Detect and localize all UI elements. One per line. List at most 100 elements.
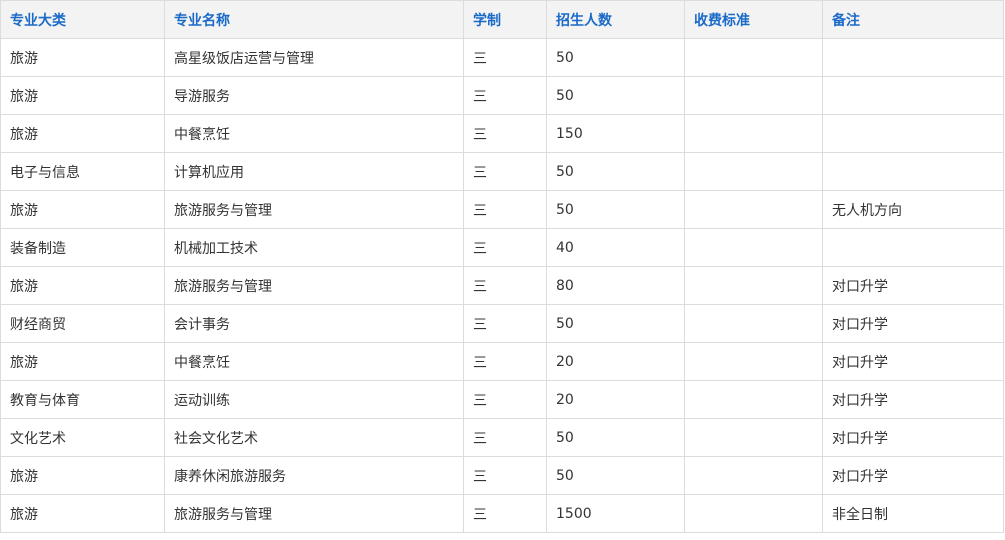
cell-remarks (822, 114, 1004, 153)
cell-duration: 三 (463, 114, 547, 153)
cell-remarks: 对口升学 (822, 342, 1004, 381)
cell-remarks (822, 38, 1004, 77)
cell-enrollment: 20 (546, 342, 685, 381)
cell-enrollment: 40 (546, 228, 685, 267)
cell-enrollment: 20 (546, 380, 685, 419)
cell-duration: 三 (463, 76, 547, 115)
cell-name: 中餐烹饪 (164, 114, 464, 153)
cell-category: 文化艺术 (0, 418, 165, 457)
cell-name: 社会文化艺术 (164, 418, 464, 457)
cell-enrollment: 50 (546, 456, 685, 495)
cell-duration: 三 (463, 418, 547, 457)
cell-remarks: 对口升学 (822, 456, 1004, 495)
table-row: 装备制造 机械加工技术 三 40 (0, 228, 1004, 267)
cell-name: 运动训练 (164, 380, 464, 419)
header-enrollment: 招生人数 (546, 0, 685, 39)
cell-remarks (822, 76, 1004, 115)
cell-category: 财经商贸 (0, 304, 165, 343)
cell-category: 电子与信息 (0, 152, 165, 191)
cell-name: 中餐烹饪 (164, 342, 464, 381)
cell-enrollment: 50 (546, 304, 685, 343)
table-row: 旅游 中餐烹饪 三 20 对口升学 (0, 342, 1004, 381)
table-row: 财经商贸 会计事务 三 50 对口升学 (0, 304, 1004, 343)
header-duration: 学制 (463, 0, 547, 39)
cell-category: 旅游 (0, 456, 165, 495)
cell-name: 旅游服务与管理 (164, 190, 464, 229)
cell-category: 旅游 (0, 266, 165, 305)
cell-remarks: 非全日制 (822, 494, 1004, 533)
cell-fee (684, 380, 823, 419)
header-remarks: 备注 (822, 0, 1004, 39)
cell-name: 康养休闲旅游服务 (164, 456, 464, 495)
table-row: 旅游 导游服务 三 50 (0, 76, 1004, 115)
table-row: 旅游 旅游服务与管理 三 80 对口升学 (0, 266, 1004, 305)
header-major-category: 专业大类 (0, 0, 165, 39)
cell-fee (684, 228, 823, 267)
cell-fee (684, 190, 823, 229)
enrollment-table: 专业大类 专业名称 学制 招生人数 收费标准 备注 旅游 高星级饭店运营与管理 … (0, 0, 1004, 533)
cell-fee (684, 456, 823, 495)
cell-fee (684, 418, 823, 457)
header-fee: 收费标准 (684, 0, 823, 39)
table-body: 旅游 高星级饭店运营与管理 三 50 旅游 导游服务 三 50 旅游 中餐烹饪 … (0, 38, 1004, 533)
cell-enrollment: 50 (546, 76, 685, 115)
cell-enrollment: 1500 (546, 494, 685, 533)
cell-duration: 三 (463, 266, 547, 305)
cell-duration: 三 (463, 380, 547, 419)
cell-category: 旅游 (0, 342, 165, 381)
table-row: 教育与体育 运动训练 三 20 对口升学 (0, 380, 1004, 419)
table-row: 文化艺术 社会文化艺术 三 50 对口升学 (0, 418, 1004, 457)
cell-enrollment: 50 (546, 190, 685, 229)
cell-fee (684, 152, 823, 191)
cell-name: 计算机应用 (164, 152, 464, 191)
cell-remarks: 对口升学 (822, 266, 1004, 305)
cell-remarks: 无人机方向 (822, 190, 1004, 229)
cell-duration: 三 (463, 342, 547, 381)
cell-duration: 三 (463, 228, 547, 267)
cell-name: 高星级饭店运营与管理 (164, 38, 464, 77)
cell-remarks (822, 228, 1004, 267)
cell-category: 旅游 (0, 76, 165, 115)
cell-remarks: 对口升学 (822, 380, 1004, 419)
table-row: 旅游 康养休闲旅游服务 三 50 对口升学 (0, 456, 1004, 495)
table-row: 旅游 高星级饭店运营与管理 三 50 (0, 38, 1004, 77)
cell-name: 旅游服务与管理 (164, 266, 464, 305)
cell-category: 教育与体育 (0, 380, 165, 419)
table-header: 专业大类 专业名称 学制 招生人数 收费标准 备注 (0, 0, 1004, 39)
cell-category: 旅游 (0, 190, 165, 229)
enrollment-table-container: 专业大类 专业名称 学制 招生人数 收费标准 备注 旅游 高星级饭店运营与管理 … (0, 0, 1004, 533)
cell-duration: 三 (463, 304, 547, 343)
cell-category: 装备制造 (0, 228, 165, 267)
cell-name: 机械加工技术 (164, 228, 464, 267)
header-row: 专业大类 专业名称 学制 招生人数 收费标准 备注 (0, 0, 1004, 39)
cell-fee (684, 76, 823, 115)
cell-enrollment: 80 (546, 266, 685, 305)
cell-fee (684, 266, 823, 305)
table-row: 旅游 旅游服务与管理 三 1500 非全日制 (0, 494, 1004, 533)
cell-category: 旅游 (0, 114, 165, 153)
cell-fee (684, 342, 823, 381)
cell-fee (684, 494, 823, 533)
cell-enrollment: 50 (546, 152, 685, 191)
cell-duration: 三 (463, 456, 547, 495)
cell-enrollment: 50 (546, 418, 685, 457)
cell-name: 导游服务 (164, 76, 464, 115)
cell-category: 旅游 (0, 494, 165, 533)
table-row: 电子与信息 计算机应用 三 50 (0, 152, 1004, 191)
cell-remarks: 对口升学 (822, 304, 1004, 343)
cell-duration: 三 (463, 152, 547, 191)
table-row: 旅游 旅游服务与管理 三 50 无人机方向 (0, 190, 1004, 229)
cell-duration: 三 (463, 38, 547, 77)
cell-remarks (822, 152, 1004, 191)
cell-fee (684, 304, 823, 343)
cell-enrollment: 150 (546, 114, 685, 153)
cell-remarks: 对口升学 (822, 418, 1004, 457)
cell-fee (684, 38, 823, 77)
cell-enrollment: 50 (546, 38, 685, 77)
header-major-name: 专业名称 (164, 0, 464, 39)
cell-duration: 三 (463, 494, 547, 533)
cell-name: 旅游服务与管理 (164, 494, 464, 533)
cell-duration: 三 (463, 190, 547, 229)
cell-name: 会计事务 (164, 304, 464, 343)
table-row: 旅游 中餐烹饪 三 150 (0, 114, 1004, 153)
